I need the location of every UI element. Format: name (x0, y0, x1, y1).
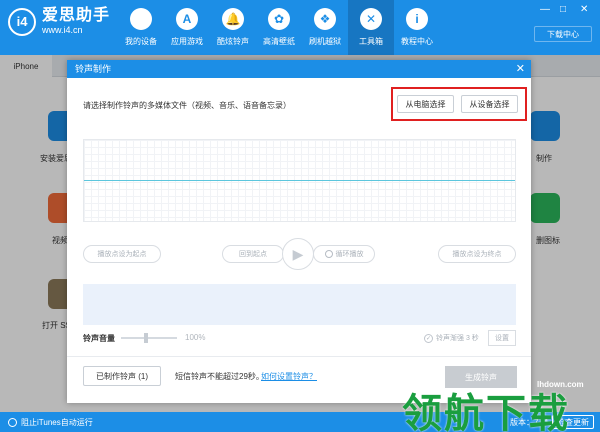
box-icon: ❖ (314, 8, 336, 30)
check-icon: ✓ (424, 333, 433, 343)
ringtone-maker-dialog: 铃声制作 ✕ 请选择制作铃声的多媒体文件（视频、音乐、语音备忘录） 从电脑选择 … (67, 60, 531, 403)
dialog-title: 铃声制作 (75, 64, 112, 74)
watermark-text: 领航下载 (402, 392, 570, 432)
how-to-set-ringtone-link[interactable]: 如何设置铃声？ (261, 371, 317, 382)
fade-in-checkbox[interactable]: ✓ 铃声渐强 3 秒 (424, 333, 479, 343)
back-to-start-button[interactable]: 回到起点 (222, 245, 284, 263)
nav-ringtones[interactable]: 🔔 酷炫铃声 (210, 0, 256, 55)
flower-icon: ✿ (268, 8, 290, 30)
waveform-area[interactable] (83, 139, 516, 222)
itunes-autorun-toggle[interactable]: 阻止iTunes自动运行 (8, 417, 93, 428)
footer-divider (67, 356, 531, 357)
select-file-prompt: 请选择制作铃声的多媒体文件（视频、音乐、语音备忘录） (83, 101, 291, 110)
app-url: www.i4.cn (42, 25, 83, 35)
from-device-button[interactable]: 从设备选择 (461, 95, 518, 113)
fade-settings-button[interactable]: 设置 (488, 330, 516, 346)
nav-flash-jailbreak[interactable]: ❖ 刷机越狱 (302, 0, 348, 55)
volume-value: 100% (185, 333, 206, 342)
loop-play-button[interactable]: 循环播放 (313, 245, 375, 263)
nav-wallpapers[interactable]: ✿ 高清壁纸 (256, 0, 302, 55)
set-end-button[interactable]: 播放点设为终点 (438, 245, 516, 263)
waveform-line (84, 180, 515, 181)
logo-icon: i4 (8, 7, 36, 36)
set-start-button[interactable]: 播放点设为起点 (83, 245, 161, 263)
minimize-icon[interactable]: — (540, 4, 550, 15)
nav-toolbox[interactable]: ✕ 工具箱 (348, 0, 394, 55)
made-ringtones-button[interactable]: 已制作铃声 (1) (83, 366, 161, 386)
volume-slider[interactable] (121, 337, 177, 339)
main-nav: 我的设备 A 应用游戏 🔔 酷炫铃声 ✿ 高清壁纸 ❖ 刷机越狱 ✕ 工具箱 i… (118, 0, 440, 55)
info-icon: i (406, 8, 428, 30)
download-center-button[interactable]: 下载中心 (534, 26, 592, 42)
volume-label: 铃声音量 (83, 334, 115, 343)
from-computer-button[interactable]: 从电脑选择 (397, 95, 454, 113)
app-logo[interactable]: i4 爱思助手 www.i4.cn (8, 7, 110, 36)
top-bar: i4 爱思助手 www.i4.cn 我的设备 A 应用游戏 🔔 酷炫铃声 ✿ 高… (0, 0, 600, 55)
tools-icon: ✕ (360, 8, 382, 30)
nav-my-device[interactable]: 我的设备 (118, 0, 164, 55)
volume-slider-handle[interactable] (144, 333, 149, 343)
app-store-icon: A (176, 8, 198, 30)
bell-icon: 🔔 (222, 8, 244, 30)
play-button[interactable]: ▶ (282, 238, 314, 270)
dialog-titlebar: 铃声制作 ✕ (67, 60, 531, 78)
nav-apps-games[interactable]: A 应用游戏 (164, 0, 210, 55)
play-icon: ▶ (292, 245, 304, 262)
restore-icon[interactable]: □ (560, 4, 566, 15)
track-info-panel (83, 284, 516, 325)
sms-limit-note: 短信铃声不能超过29秒。 (175, 372, 264, 381)
radio-icon (8, 418, 17, 427)
app-name: 爱思助手 (42, 7, 111, 24)
nav-tutorials[interactable]: i 教程中心 (394, 0, 440, 55)
close-icon[interactable]: ✕ (516, 60, 525, 78)
window-close-icon[interactable]: ✕ (580, 4, 588, 15)
apple-icon (130, 8, 152, 30)
loop-icon (324, 250, 333, 258)
